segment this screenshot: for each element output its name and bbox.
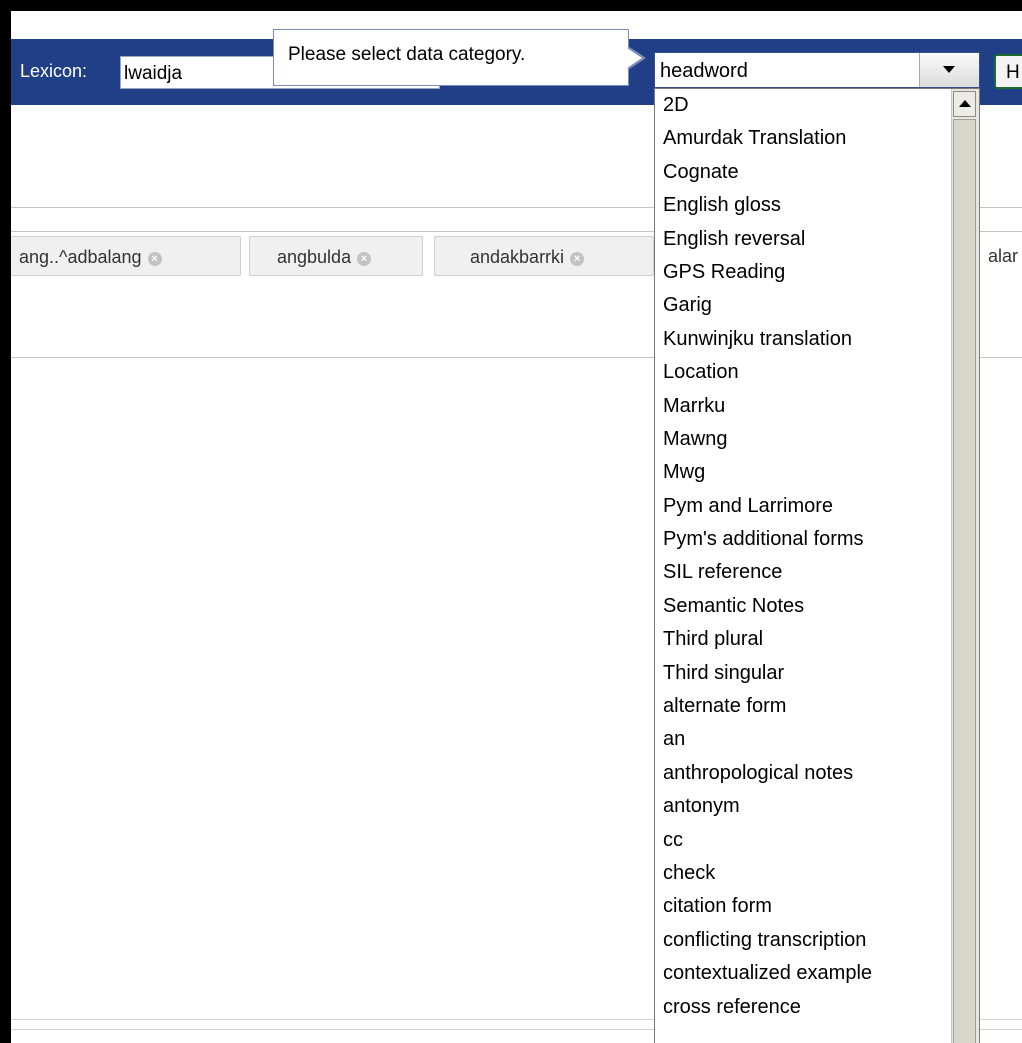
chevron-up-icon <box>959 100 971 107</box>
dropdown-option[interactable]: English reversal <box>655 223 952 256</box>
select-category-tooltip: Please select data category. <box>273 29 629 86</box>
dropdown-option[interactable]: 2D <box>655 89 952 122</box>
scroll-up-button[interactable] <box>953 91 976 117</box>
tooltip-pointer-fill <box>627 48 642 68</box>
data-category-select[interactable]: headword <box>654 52 980 88</box>
dropdown-option[interactable]: Amurdak Translation <box>655 122 952 155</box>
tab-entry[interactable]: alar <box>977 236 1022 276</box>
dropdown-option[interactable]: GPS Reading <box>655 256 952 289</box>
dropdown-option[interactable]: conflicting transcription <box>655 924 952 957</box>
lexicon-label: Lexicon: <box>20 61 88 81</box>
dropdown-option[interactable]: Marrku <box>655 390 952 423</box>
dropdown-option[interactable]: contextualized example <box>655 957 952 990</box>
dropdown-option[interactable]: English gloss <box>655 189 952 222</box>
dropdown-option[interactable]: citation form <box>655 890 952 923</box>
close-icon[interactable]: × <box>147 252 162 266</box>
dropdown-option[interactable]: alternate form <box>655 690 952 723</box>
dropdown-option[interactable]: Pym's additional forms <box>655 523 952 556</box>
scroll-thumb[interactable] <box>953 119 976 1043</box>
dropdown-option[interactable]: Mwg <box>655 456 952 489</box>
select-arrow-button[interactable] <box>919 53 979 87</box>
tab-entry[interactable]: angbulda × <box>249 236 423 276</box>
tab-label: angbulda <box>277 247 352 267</box>
tab-entry[interactable]: andakbarrki × <box>434 236 654 276</box>
dropdown-option[interactable]: Third singular <box>655 657 952 690</box>
tab-label: ang..^adbalang <box>19 247 142 267</box>
app-window: Lexicon: lwaidja Please select data cate… <box>11 11 1022 1043</box>
close-icon[interactable]: × <box>357 252 372 266</box>
dropdown-option[interactable]: Semantic Notes <box>655 590 952 623</box>
dropdown-option[interactable]: Kunwinjku translation <box>655 323 952 356</box>
dropdown-option[interactable]: an <box>655 723 952 756</box>
dropdown-option[interactable]: Garig <box>655 289 952 322</box>
dropdown-option[interactable]: Cognate <box>655 156 952 189</box>
option-list: 2D Amurdak Translation Cognate English g… <box>655 89 952 1024</box>
chevron-down-icon <box>943 66 955 73</box>
dropdown-option[interactable]: check <box>655 857 952 890</box>
dropdown-option[interactable]: cc <box>655 824 952 857</box>
dropdown-option[interactable]: Location <box>655 356 952 389</box>
tab-entry[interactable]: ang..^adbalang × <box>11 236 241 276</box>
dropdown-scrollbar[interactable] <box>951 89 979 1043</box>
dropdown-option[interactable]: Pym and Larrimore <box>655 490 952 523</box>
tab-label: andakbarrki <box>470 247 565 267</box>
dropdown-option[interactable]: anthropological notes <box>655 757 952 790</box>
dropdown-option[interactable]: Third plural <box>655 623 952 656</box>
dropdown-option[interactable]: cross reference <box>655 991 952 1024</box>
header-action-button[interactable]: H <box>994 54 1022 89</box>
category-dropdown-list[interactable]: 2D Amurdak Translation Cognate English g… <box>654 88 980 1043</box>
tab-label: alar <box>988 246 1019 266</box>
selected-category: headword <box>660 60 748 82</box>
close-icon[interactable]: × <box>570 252 585 266</box>
dropdown-option[interactable]: antonym <box>655 790 952 823</box>
dropdown-option[interactable]: Mawng <box>655 423 952 456</box>
dropdown-option[interactable]: SIL reference <box>655 556 952 589</box>
